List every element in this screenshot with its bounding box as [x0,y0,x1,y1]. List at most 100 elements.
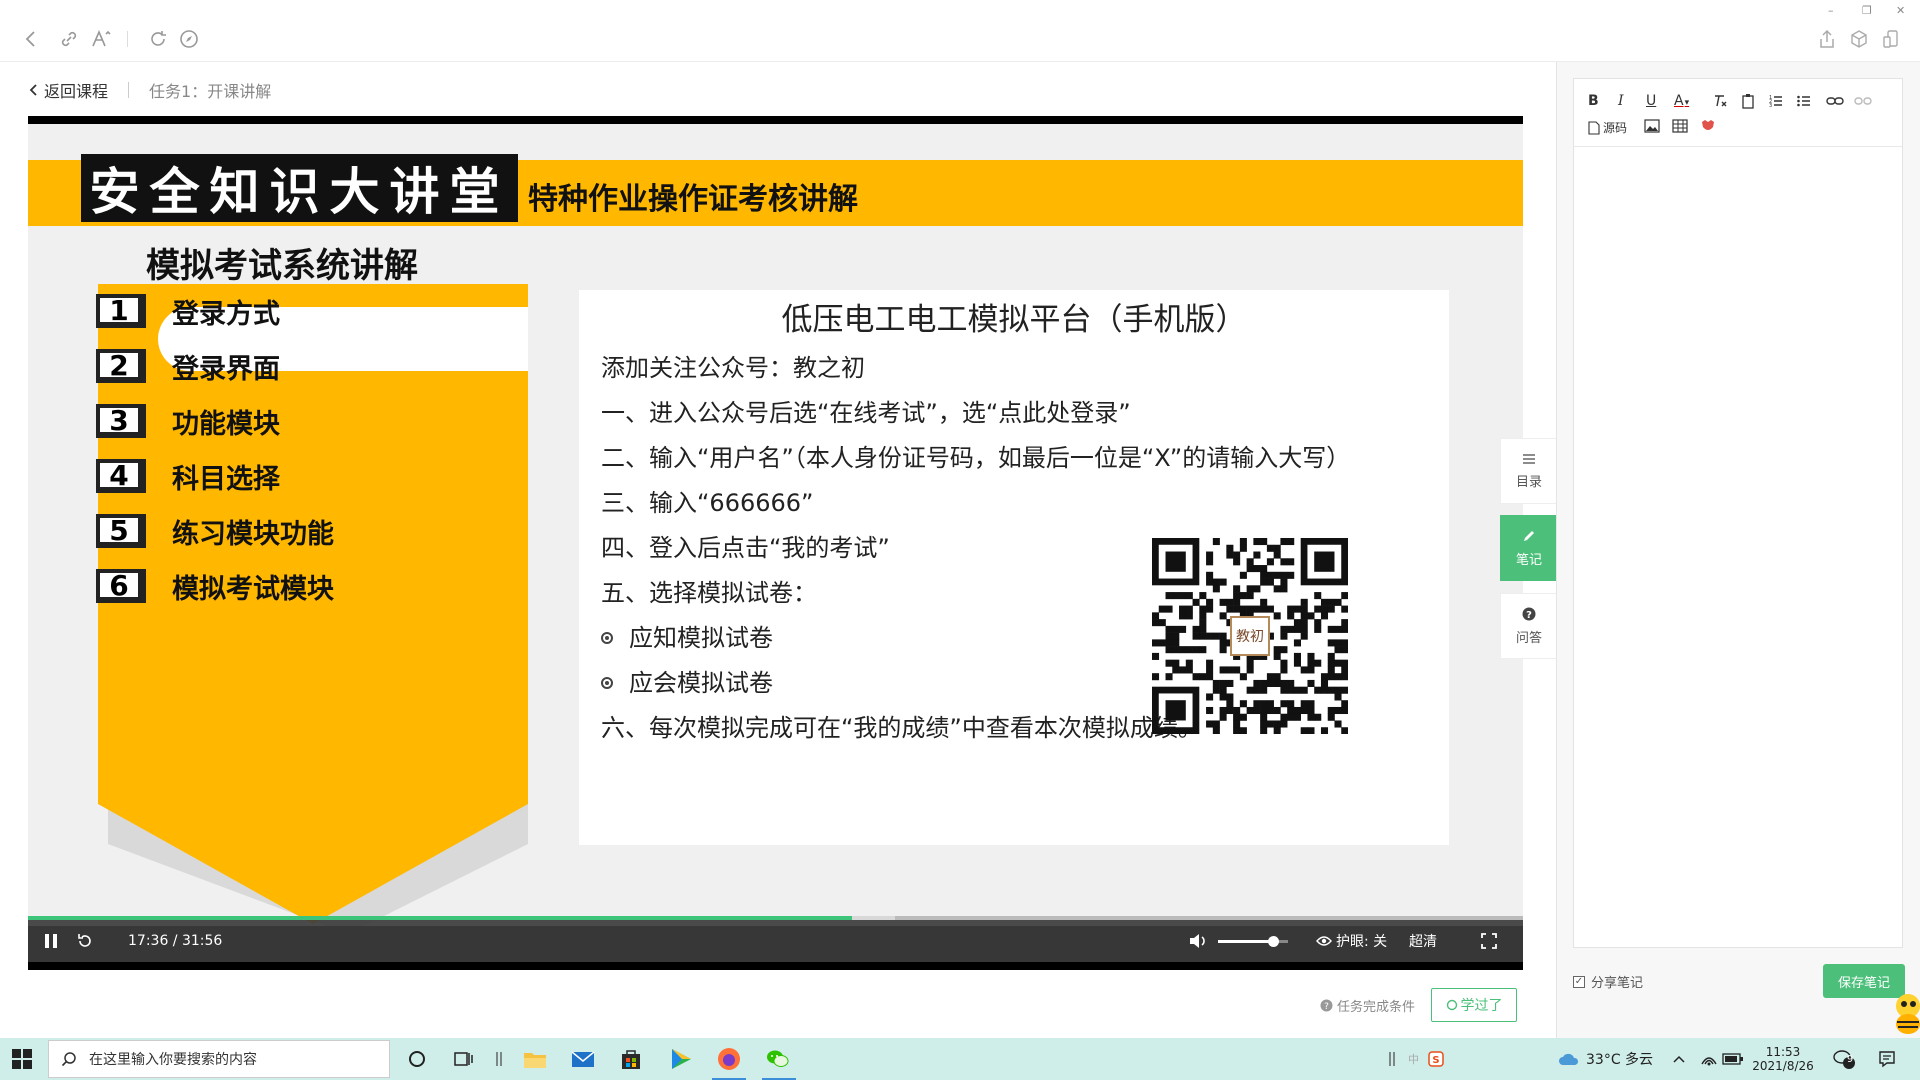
slide-menu-item: 5 练习模块功能 [96,509,334,553]
slide-menu-number: 5 [96,514,146,548]
share-icon[interactable] [1816,28,1838,50]
store-icon[interactable] [618,1046,644,1072]
slide-bullet-text: 应知模拟试卷 [629,624,773,652]
pause-button[interactable] [42,920,60,962]
paste-icon[interactable] [1740,93,1756,109]
font-color-button[interactable]: A▾ [1674,93,1689,109]
slide-bullet-text: 应会模拟试卷 [629,669,773,697]
bold-button[interactable]: B [1588,93,1599,109]
fullscreen-button[interactable] [1480,920,1498,962]
bullet-icon [601,632,613,644]
back-to-course-link[interactable]: 返回课程 [28,78,108,102]
slide-menu-item: 1 登录方式 [96,289,280,333]
volume-slider-fill [1218,939,1273,943]
eye-care-toggle[interactable]: 护眼: 关 [1316,920,1387,962]
tray-separator [1388,1038,1396,1080]
breadcrumb-divider [128,82,130,98]
battery-icon[interactable] [1722,1038,1744,1080]
replay-icon [78,934,91,947]
tab-notes-label: 笔记 [1515,552,1542,568]
underline-button[interactable]: U [1646,93,1656,109]
cortana-icon[interactable] [404,1046,430,1072]
slide-line: 添加关注公众号：教之初 [601,354,865,382]
windows-start-icon[interactable] [12,1049,32,1069]
svg-text:S: S [1432,1055,1439,1066]
eye-icon [1316,936,1332,946]
device-icon[interactable] [1880,28,1902,50]
chevron-up-icon[interactable] [1672,1038,1686,1080]
file-explorer-icon[interactable] [522,1046,548,1072]
share-note-checkbox[interactable]: ✓ 分享笔记 [1573,972,1643,991]
note-editor[interactable]: B I U A▾ 123 源码 [1573,78,1903,948]
volume-button[interactable] [1188,920,1208,962]
tab-catalog[interactable]: 目录 [1500,438,1558,504]
restore-icon[interactable]: ❐ [1862,4,1872,17]
slide-content-panel: 低压电工电工模拟平台（手机版） 添加关注公众号：教之初 一、进入公众号后选“在线… [579,290,1449,845]
refresh-icon[interactable] [147,28,169,50]
wechat-tray-icon[interactable]: 9 [1832,1038,1856,1080]
cube-icon[interactable] [1848,28,1870,50]
task-condition-link[interactable]: ? 任务完成条件 [1320,996,1415,1015]
dropdown-arrow-icon: ▾ [1684,98,1690,108]
slide-banner-title: 安全知识大讲堂 [81,154,518,222]
sogou-ime-icon[interactable]: S [1428,1038,1444,1080]
tab-notes[interactable]: 笔记 [1500,515,1558,581]
replay-button[interactable] [76,920,94,962]
font-size-icon[interactable] [90,28,112,50]
slide-menu-item: 2 登录界面 [96,344,280,388]
slide-menu-number: 2 [96,349,146,383]
tab-qa[interactable]: ? 问答 [1500,593,1558,659]
action-center-icon[interactable] [1878,1038,1896,1080]
ordered-list-icon[interactable]: 123 [1768,93,1784,109]
insert-table-icon[interactable] [1672,119,1688,133]
eye-care-label: 护眼: 关 [1336,934,1388,950]
slide-system-title: 模拟考试系统讲解 [146,246,418,286]
wechat-icon[interactable] [764,1046,790,1072]
tab-qa-label: 问答 [1515,630,1542,646]
clear-format-icon[interactable] [1712,93,1728,109]
slide-menu-item: 6 模拟考试模块 [96,564,334,608]
insert-image-icon[interactable] [1644,119,1660,133]
link-icon[interactable] [1826,93,1844,109]
slide-banner-subtitle: 特种作业操作证考核讲解 [528,182,858,217]
breadcrumb: 返回课程 任务1：开课讲解 [28,76,271,104]
clock-time: 11:53 [1765,1045,1801,1059]
browser-toolbar: – ❐ ✕ [0,0,1920,62]
media-player-icon[interactable] [668,1046,694,1072]
link-icon[interactable] [58,28,80,50]
slide-line: 五、选择模拟试卷： [601,579,817,607]
list-icon [1523,453,1535,464]
checkbox-icon: ✓ [1573,975,1585,988]
taskbar-clock[interactable]: 11:53 2021/8/26 [1750,1041,1816,1077]
compass-icon[interactable] [178,28,200,50]
taskbar-search-input[interactable]: 在这里输入你要搜索的内容 [48,1040,390,1078]
slide-menu-item: 3 功能模块 [96,399,280,443]
mail-icon[interactable] [570,1046,596,1072]
wifi-icon[interactable] [1700,1038,1718,1080]
close-icon[interactable]: ✕ [1896,4,1905,17]
slide-frame: 安全知识大讲堂 特种作业操作证考核讲解 模拟考试系统讲解 1 登录方式 2 登录界面 3… [28,124,1523,926]
weather-widget[interactable]: 33°C 多云 [1558,1038,1653,1080]
learned-label: 学过了 [1460,998,1503,1014]
unlink-icon[interactable] [1854,93,1872,109]
unordered-list-icon[interactable] [1796,93,1812,109]
notes-panel: B I U A▾ 123 源码 ✓ 分享笔记 保存笔记 [1556,62,1920,1038]
slide-menu-label: 登录方式 [172,298,280,330]
search-placeholder: 在这里输入你要搜索的内容 [89,1052,257,1068]
volume-slider[interactable] [1218,920,1288,962]
learned-button[interactable]: 学过了 [1431,988,1518,1022]
slide-menu-label: 科目选择 [172,463,280,495]
slide-line: 三、输入“666666” [601,489,814,517]
quality-selector[interactable]: 超清 [1409,920,1437,962]
video-player[interactable]: 安全知识大讲堂 特种作业操作证考核讲解 模拟考试系统讲解 1 登录方式 2 登录界面 3… [28,116,1523,970]
volume-slider-knob[interactable] [1267,935,1279,947]
back-arrow-icon[interactable] [20,28,42,50]
firefox-icon[interactable] [716,1046,742,1072]
input-language-indicator[interactable]: 中 [1408,1038,1419,1080]
task-view-icon[interactable] [450,1046,476,1072]
emoji-icon[interactable] [1700,119,1716,133]
source-code-button[interactable]: 源码 [1588,119,1627,136]
minimize-icon[interactable]: – [1828,4,1834,17]
italic-button[interactable]: I [1618,93,1624,109]
bee-mascot-icon[interactable] [1888,990,1920,1036]
